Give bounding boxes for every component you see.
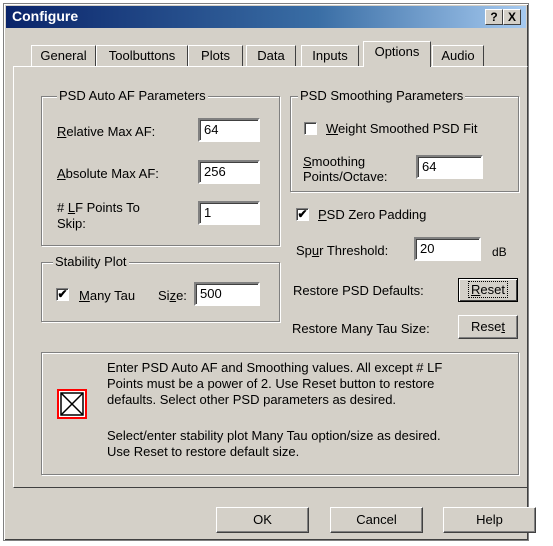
absolute-max-af-label: Absolute Max AF: — [57, 166, 159, 181]
restore-tau-label: Restore Many Tau Size: — [292, 321, 430, 336]
info-text-line3: defaults. Select other PSD parameters as… — [107, 392, 397, 407]
many-tau-checkbox[interactable]: ✔ — [56, 288, 69, 301]
lf-points-label-line1: # LF Points To — [57, 200, 140, 215]
many-tau-label[interactable]: Many Tau — [79, 288, 135, 303]
tab-options[interactable]: Options — [363, 41, 431, 67]
info-x-icon — [57, 389, 87, 419]
restore-tau-reset-button[interactable]: Reset — [458, 315, 518, 339]
close-title-button[interactable]: X — [503, 9, 521, 25]
zero-padding-checkbox[interactable]: ✔ — [296, 208, 309, 221]
smoothing-points-input[interactable]: 64 — [416, 155, 483, 179]
title-bar[interactable] — [6, 6, 526, 28]
info-text-line2: Points must be a power of 2. Use Reset b… — [107, 376, 435, 391]
ok-button[interactable]: OK — [216, 507, 309, 533]
tab-toolbuttons[interactable]: Toolbuttons — [96, 45, 188, 67]
help-button[interactable]: Help — [443, 507, 536, 533]
weight-smoothed-label[interactable]: Weight Smoothed PSD Fit — [326, 121, 478, 136]
help-title-button[interactable]: ? — [485, 9, 503, 25]
tab-inputs[interactable]: Inputs — [301, 45, 359, 67]
spur-threshold-label: Spur Threshold: — [296, 243, 389, 258]
smoothing-label-line2: Points/Octave: — [303, 169, 388, 184]
tab-general[interactable]: General — [31, 45, 96, 67]
stability-plot-legend: Stability Plot — [53, 254, 129, 269]
size-label: Size: — [158, 288, 187, 303]
info-text-line5: Use Reset to restore default size. — [107, 444, 300, 459]
restore-psd-label: Restore PSD Defaults: — [293, 283, 424, 298]
lf-points-input[interactable]: 1 — [198, 201, 260, 225]
absolute-max-af-input[interactable]: 256 — [198, 160, 260, 184]
lf-points-label-line2: Skip: — [57, 216, 86, 231]
spur-threshold-unit: dB — [492, 245, 507, 259]
restore-psd-reset-button[interactable]: Reset — [458, 278, 518, 302]
tab-plots[interactable]: Plots — [188, 45, 243, 67]
tab-audio[interactable]: Audio — [432, 45, 484, 67]
smoothing-label-line1: Smoothing — [303, 154, 366, 169]
window-title: Configure — [12, 8, 79, 24]
info-text-line1: Enter PSD Auto AF and Smoothing values. … — [107, 360, 443, 375]
psd-smoothing-legend: PSD Smoothing Parameters — [298, 88, 466, 103]
many-tau-size-input[interactable]: 500 — [194, 282, 260, 306]
psd-auto-af-legend: PSD Auto AF Parameters — [57, 88, 208, 103]
cancel-button[interactable]: Cancel — [330, 507, 423, 533]
info-text-line4: Select/enter stability plot Many Tau opt… — [107, 428, 441, 443]
tab-data[interactable]: Data — [246, 45, 296, 67]
weight-smoothed-checkbox[interactable] — [304, 122, 317, 135]
spur-threshold-input[interactable]: 20 — [414, 237, 481, 261]
relative-max-af-input[interactable]: 64 — [198, 118, 260, 142]
zero-padding-label[interactable]: PSD Zero Padding — [318, 207, 426, 222]
relative-max-af-label: Relative Max AF: — [57, 124, 156, 139]
